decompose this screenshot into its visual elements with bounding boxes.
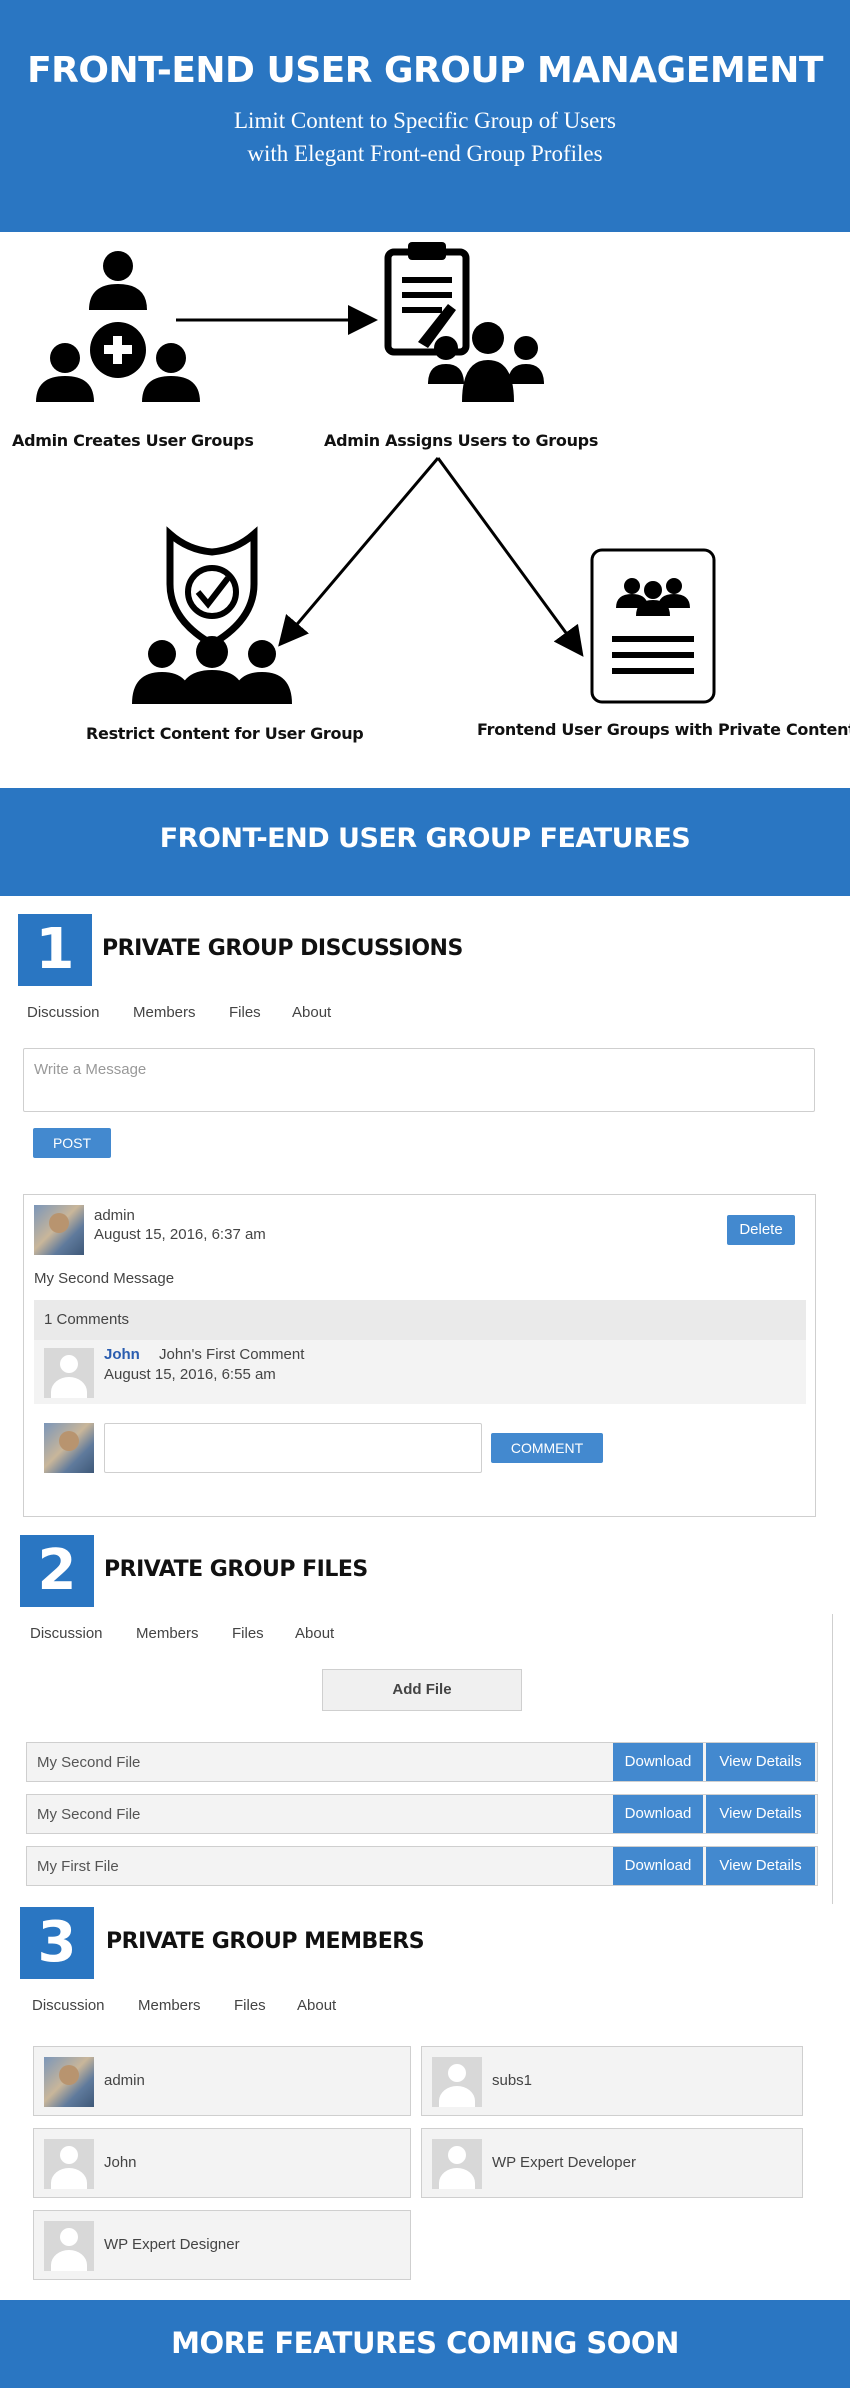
comment-item: John John's First Comment August 15, 201… (34, 1340, 806, 1404)
comment-button[interactable]: COMMENT (491, 1433, 603, 1463)
member-avatar (432, 2057, 482, 2107)
member-avatar (44, 2139, 94, 2189)
post-author: admin (94, 1207, 135, 1224)
section3-tabs: Discussion Members Files About (32, 1997, 432, 2017)
workflow-diagram-graphics (36, 242, 716, 704)
tab-discussion[interactable]: Discussion (32, 1997, 105, 2014)
section2-tabs: Discussion Members Files About (30, 1625, 430, 1645)
section2-title: PRIVATE GROUP FILES (104, 1557, 368, 1582)
section3-header: 3 PRIVATE GROUP MEMBERS (20, 1907, 840, 1979)
tab-about[interactable]: About (292, 1004, 331, 1021)
scrollbar-track[interactable] (832, 1614, 833, 1904)
step4-label: Frontend User Groups with Private Conten… (477, 720, 850, 739)
member-name: WP Expert Designer (104, 2236, 240, 2253)
view-details-button[interactable]: View Details (706, 1847, 815, 1885)
footer-banner: MORE FEATURES COMING SOON (0, 2300, 850, 2388)
download-button[interactable]: Download (613, 1847, 703, 1885)
file-row: My First File Download View Details (26, 1846, 818, 1886)
create-group-icon (36, 251, 200, 402)
tab-files[interactable]: Files (232, 1625, 264, 1642)
assign-users-icon (384, 242, 544, 402)
comments-count: 1 Comments (44, 1311, 130, 1328)
comment-author-avatar (44, 1348, 94, 1398)
tab-discussion[interactable]: Discussion (30, 1625, 103, 1642)
post-date: August 15, 2016, 6:37 am (94, 1226, 266, 1243)
member-name: subs1 (492, 2072, 533, 2089)
tab-files[interactable]: Files (234, 1997, 266, 2014)
tab-about[interactable]: About (295, 1625, 334, 1642)
message-input[interactable]: Write a Message (23, 1048, 815, 1112)
post-button[interactable]: POST (33, 1128, 111, 1158)
tab-discussion[interactable]: Discussion (27, 1004, 100, 1021)
section3-title: PRIVATE GROUP MEMBERS (106, 1929, 425, 1954)
section1-title: PRIVATE GROUP DISCUSSIONS (102, 936, 463, 961)
file-row: My Second File Download View Details (26, 1742, 818, 1782)
member-card[interactable]: John (33, 2128, 411, 2198)
tab-members[interactable]: Members (136, 1625, 199, 1642)
file-name: My Second File (37, 1806, 141, 1823)
file-name: My Second File (37, 1754, 141, 1771)
post-author-avatar (34, 1205, 84, 1255)
delete-button[interactable]: Delete (727, 1215, 795, 1245)
section2-number: 2 (20, 1535, 94, 1607)
view-details-button[interactable]: View Details (706, 1795, 815, 1833)
step3-label: Restrict Content for User Group (86, 724, 364, 743)
hero-subtitle-line2: with Elegant Front-end Group Profiles (247, 141, 603, 166)
download-button[interactable]: Download (613, 1743, 703, 1781)
section3-number: 3 (20, 1907, 94, 1979)
add-file-button[interactable]: Add File (322, 1669, 522, 1711)
arrow-down-right (436, 457, 584, 657)
member-avatar (44, 2221, 94, 2271)
member-avatar (432, 2139, 482, 2189)
comment-author-link[interactable]: John (104, 1346, 140, 1363)
member-card[interactable]: WP Expert Developer (421, 2128, 803, 2198)
tab-files[interactable]: Files (229, 1004, 261, 1021)
post-body: My Second Message (34, 1270, 175, 1287)
member-name: WP Expert Developer (492, 2154, 636, 2171)
comments-header: 1 Comments (34, 1300, 806, 1340)
current-user-avatar (44, 1423, 94, 1473)
restrict-content-icon (132, 526, 292, 704)
member-avatar (44, 2057, 94, 2107)
comment-input[interactable] (104, 1423, 482, 1473)
tab-members[interactable]: Members (138, 1997, 201, 2014)
view-details-button[interactable]: View Details (706, 1743, 815, 1781)
comment-text: John's First Comment (159, 1346, 305, 1363)
hero-title: FRONT-END USER GROUP MANAGEMENT (27, 50, 823, 91)
discussion-post: admin August 15, 2016, 6:37 am Delete My… (23, 1194, 816, 1517)
download-button[interactable]: Download (613, 1795, 703, 1833)
features-title: FRONT-END USER GROUP FEATURES (159, 823, 691, 854)
file-name: My First File (37, 1858, 119, 1875)
member-name: admin (104, 2072, 145, 2089)
workflow-diagram: Admin Creates User Groups Admin Assigns … (0, 232, 850, 788)
features-banner: FRONT-END USER GROUP FEATURES (0, 788, 850, 896)
section1-header: 1 PRIVATE GROUP DISCUSSIONS (18, 914, 838, 986)
member-card[interactable]: subs1 (421, 2046, 803, 2116)
hero-subtitle: Limit Content to Specific Group of Users… (0, 104, 850, 170)
section1-number: 1 (18, 914, 92, 986)
file-row: My Second File Download View Details (26, 1794, 818, 1834)
arrow-down-left (278, 457, 440, 647)
tab-about[interactable]: About (297, 1997, 336, 2014)
tab-members[interactable]: Members (133, 1004, 196, 1021)
section2-header: 2 PRIVATE GROUP FILES (20, 1535, 840, 1607)
hero-subtitle-line1: Limit Content to Specific Group of Users (234, 108, 616, 133)
member-name: John (104, 2154, 137, 2171)
footer-title: MORE FEATURES COMING SOON (171, 2326, 679, 2360)
step1-label: Admin Creates User Groups (12, 431, 254, 450)
section1-tabs: Discussion Members Files About (27, 1004, 427, 1024)
step2-label: Admin Assigns Users to Groups (324, 431, 599, 450)
hero-banner: FRONT-END USER GROUP MANAGEMENT Limit Co… (0, 0, 850, 232)
comment-date: August 15, 2016, 6:55 am (104, 1366, 276, 1383)
member-card[interactable]: WP Expert Designer (33, 2210, 411, 2280)
group-profile-icon (590, 548, 716, 704)
member-card[interactable]: admin (33, 2046, 411, 2116)
